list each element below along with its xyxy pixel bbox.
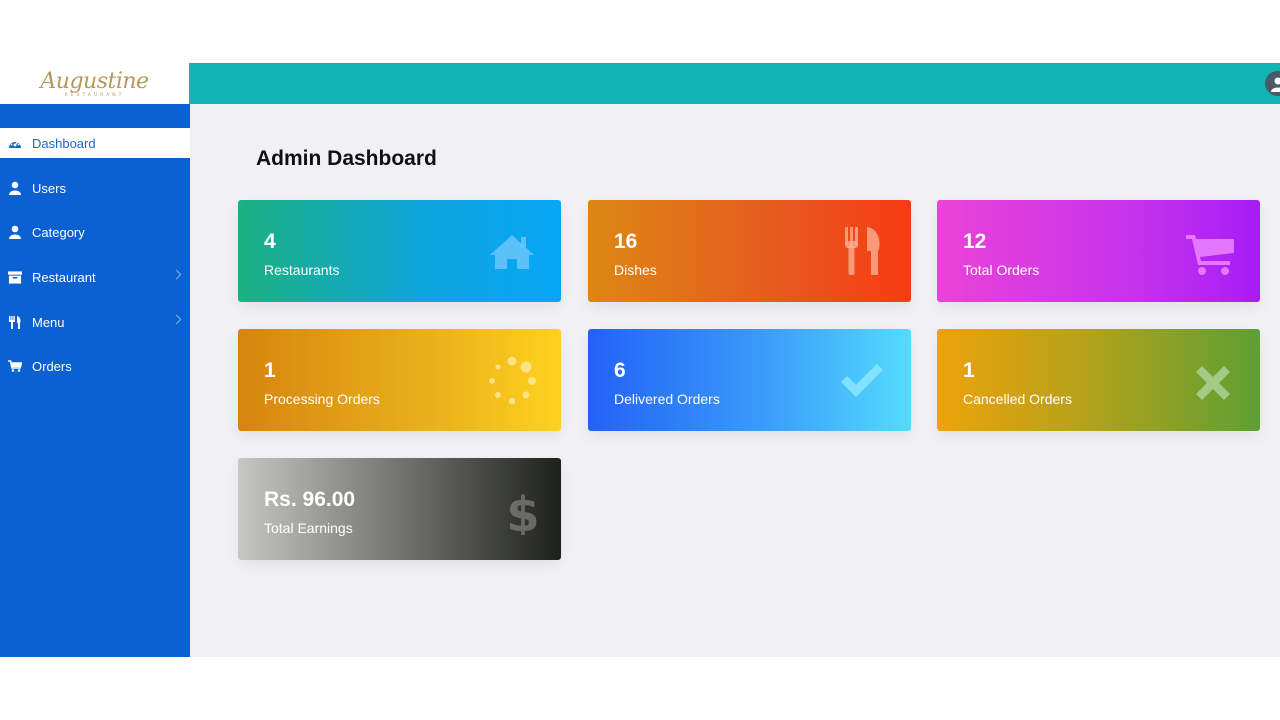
chevron-right-icon — [171, 269, 182, 280]
home-icon — [487, 227, 537, 277]
user-avatar[interactable] — [1265, 71, 1280, 96]
stat-card-total-orders[interactable]: 12 Total Orders — [937, 200, 1260, 302]
stat-label: Cancelled Orders — [963, 391, 1072, 407]
page-title: Admin Dashboard — [256, 147, 437, 170]
logo-subtitle: RESTAURANT — [64, 93, 125, 98]
stat-value: 4 — [264, 230, 276, 253]
archive-icon — [8, 270, 22, 284]
logo[interactable]: Augustine RESTAURANT — [0, 63, 189, 104]
sidebar-item-users[interactable]: Users — [0, 173, 190, 203]
stat-label: Restaurants — [264, 262, 340, 278]
stat-card-total-earnings[interactable]: Rs. 96.00 Total Earnings $ — [238, 458, 561, 560]
stat-card-restaurants[interactable]: 4 Restaurants — [238, 200, 561, 302]
cart-icon — [1186, 227, 1236, 277]
stat-card-delivered-orders[interactable]: 6 Delivered Orders — [588, 329, 911, 431]
sidebar-item-label: Menu — [32, 314, 65, 330]
cutlery-icon — [8, 315, 22, 329]
sidebar-item-label: Restaurant — [32, 269, 96, 285]
user-icon — [8, 225, 22, 239]
sidebar-item-label: Users — [32, 180, 66, 196]
sidebar-item-restaurant[interactable]: Restaurant — [0, 262, 190, 292]
stat-value: 12 — [963, 230, 987, 253]
cart-icon — [8, 359, 22, 373]
user-avatar-icon — [1270, 77, 1280, 92]
dollar-icon: $ — [487, 485, 539, 543]
stat-card-processing-orders[interactable]: 1 Processing Orders — [238, 329, 561, 431]
sidebar-item-category[interactable]: Category — [0, 217, 190, 247]
dashboard-icon — [8, 136, 22, 150]
svg-text:$: $ — [506, 487, 537, 535]
user-icon — [8, 181, 22, 195]
stat-card-dishes[interactable]: 16 Dishes — [588, 200, 911, 302]
sidebar-item-label: Orders — [32, 358, 72, 374]
logo-script: Augustine — [40, 69, 149, 94]
stat-label: Delivered Orders — [614, 391, 720, 407]
close-icon — [1186, 356, 1236, 406]
stat-label: Total Earnings — [264, 520, 353, 536]
stat-label: Dishes — [614, 262, 657, 278]
sidebar-item-label: Dashboard — [32, 135, 96, 151]
sidebar-item-label: Category — [32, 224, 85, 240]
stat-label: Total Orders — [963, 262, 1040, 278]
sidebar-item-menu[interactable]: Menu — [0, 307, 190, 337]
top-bar — [189, 63, 1280, 104]
sidebar: Dashboard Users Category Restaurant Menu… — [0, 104, 190, 657]
spinner-icon — [487, 356, 537, 406]
app-frame: Augustine RESTAURANT Dashboard Users Cat… — [0, 63, 1280, 657]
cutlery-icon — [837, 227, 887, 277]
sidebar-item-orders[interactable]: Orders — [0, 351, 190, 381]
stat-card-cancelled-orders[interactable]: 1 Cancelled Orders — [937, 329, 1260, 431]
stat-value: 1 — [264, 359, 276, 382]
stat-value: 1 — [963, 359, 975, 382]
stat-value: 6 — [614, 359, 626, 382]
stat-label: Processing Orders — [264, 391, 380, 407]
stat-value: Rs. 96.00 — [264, 488, 356, 511]
sidebar-item-dashboard[interactable]: Dashboard — [0, 128, 190, 158]
chevron-right-icon — [171, 314, 182, 325]
stat-value: 16 — [614, 230, 638, 253]
check-icon — [837, 356, 887, 406]
